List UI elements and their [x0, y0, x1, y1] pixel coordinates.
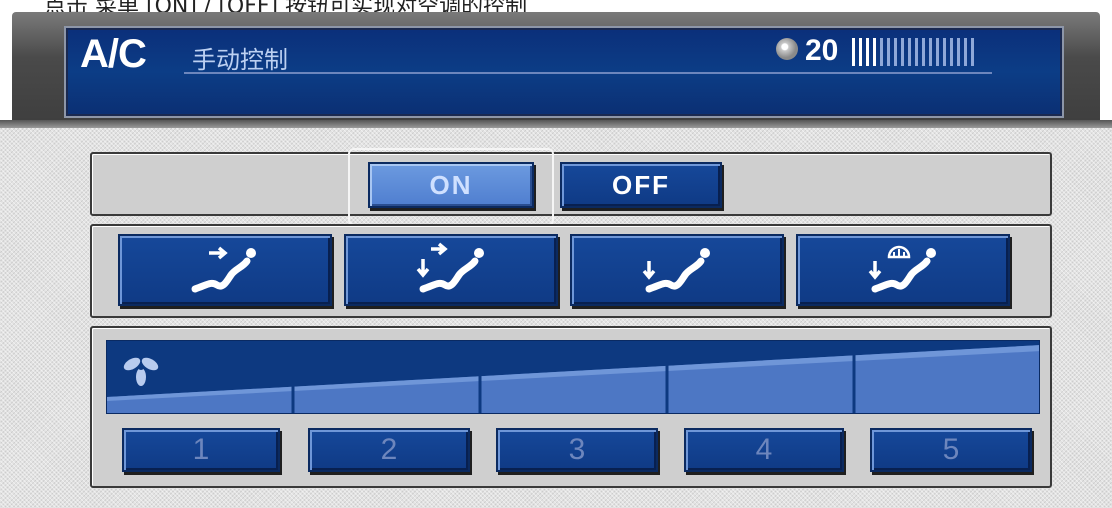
volume-bar [866, 38, 869, 66]
volume-bar [943, 38, 946, 66]
fan-speed-4-button[interactable]: 4 [684, 428, 844, 472]
volume-bar [929, 38, 932, 66]
on-button[interactable]: ON [368, 162, 534, 208]
fan-speed-display [106, 340, 1040, 414]
volume-bar [901, 38, 904, 66]
bilevel-vent-icon [416, 242, 484, 293]
foot-defrost-vent-button[interactable] [796, 234, 1010, 306]
face-vent-button[interactable] [118, 234, 332, 306]
fan-speed-3-label: 3 [568, 433, 586, 466]
disc-icon [776, 38, 798, 60]
bezel-shadow [0, 120, 1112, 128]
volume-bar [915, 38, 918, 66]
face-vent-icon [191, 246, 256, 293]
page-subtitle: 手动控制 [192, 46, 288, 74]
volume-bar [964, 38, 967, 66]
on-button-label: ON [429, 169, 473, 200]
volume-bar [852, 38, 855, 66]
off-button[interactable]: OFF [560, 162, 722, 208]
volume-bar [859, 38, 862, 66]
page-title: A/C [80, 32, 147, 76]
volume-meter [852, 38, 974, 66]
title-underline [184, 72, 992, 74]
volume-bar [880, 38, 883, 66]
fan-speed-5-label: 5 [942, 433, 960, 466]
fan-icon [123, 357, 159, 386]
fan-speed-2-label: 2 [380, 433, 398, 466]
volume-bar [908, 38, 911, 66]
foot-defrost-vent-icon [868, 245, 936, 293]
fan-speed-3-button[interactable]: 3 [496, 428, 658, 472]
fan-speed-1-label: 1 [192, 433, 210, 466]
volume-bar [873, 38, 876, 66]
volume-value: 20 [805, 34, 839, 67]
off-button-label: OFF [612, 169, 670, 200]
volume-bar [922, 38, 925, 66]
fan-speed-2-button[interactable]: 2 [308, 428, 470, 472]
volume-bar [971, 38, 974, 66]
volume-bar [936, 38, 939, 66]
fan-speed-ramp [107, 345, 1039, 413]
volume-bar [957, 38, 960, 66]
volume-bar [894, 38, 897, 66]
foot-vent-icon [642, 248, 710, 293]
volume-bar [950, 38, 953, 66]
volume-bar [887, 38, 890, 66]
fan-speed-1-button[interactable]: 1 [122, 428, 280, 472]
fan-speed-4-label: 4 [755, 433, 773, 466]
foot-vent-button[interactable] [570, 234, 784, 306]
fan-speed-5-button[interactable]: 5 [870, 428, 1032, 472]
bilevel-vent-button[interactable] [344, 234, 558, 306]
